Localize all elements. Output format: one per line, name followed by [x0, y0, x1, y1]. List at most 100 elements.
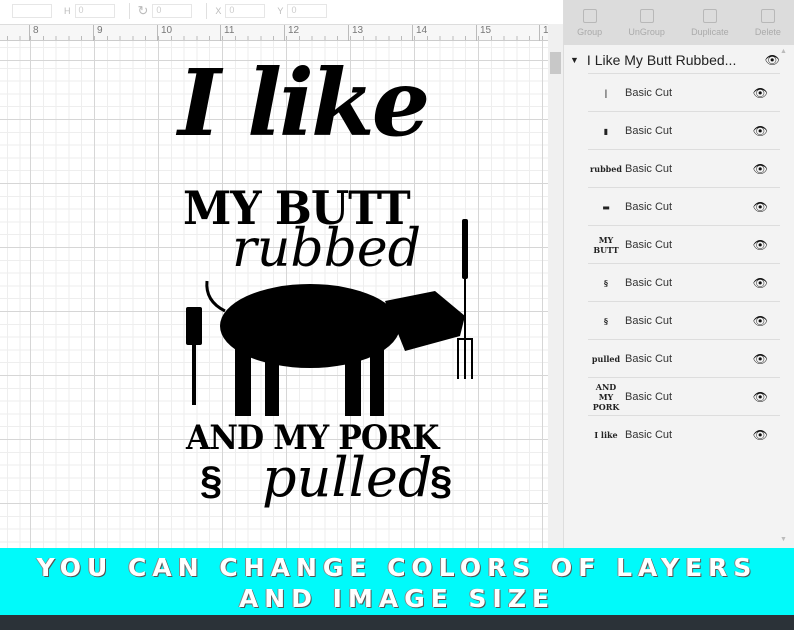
eye-icon[interactable]: 👁	[753, 124, 768, 138]
eye-icon[interactable]: 👁	[765, 53, 780, 67]
eye-icon[interactable]: 👁	[753, 390, 768, 404]
layer-label: Basic Cut	[625, 200, 673, 213]
eye-icon[interactable]: 👁	[753, 200, 768, 214]
y-label: Y	[277, 6, 284, 16]
ruler-tick: 14	[412, 25, 427, 42]
layer-actions: Group UnGroup Duplicate Delete	[564, 0, 794, 45]
layers-panel: Group UnGroup Duplicate Delete ▼ I Like M…	[563, 0, 794, 548]
y-input[interactable]: 0	[287, 4, 328, 18]
divider	[128, 3, 130, 19]
duplicate-button[interactable]: Duplicate	[691, 8, 729, 37]
rotate-input[interactable]: 0	[152, 4, 193, 18]
height-input[interactable]: 0	[74, 4, 115, 18]
layer-thumbnail: pulled	[591, 353, 621, 364]
layer-thumbnail: §	[603, 277, 609, 288]
ruler-tick: 10	[157, 25, 172, 42]
horizontal-ruler: 8 9 10 11 12 13 14 15 16	[0, 24, 554, 42]
eye-icon[interactable]: 👁	[753, 314, 768, 328]
ungroup-button[interactable]: UnGroup	[628, 8, 665, 37]
height-label: H	[64, 6, 71, 16]
delete-label: Delete	[754, 26, 781, 37]
fork-icon[interactable]	[456, 219, 474, 379]
design-artwork[interactable]: I like MY BUTT rubbed AND MY PORK pulled…	[0, 41, 548, 548]
x-label: X	[215, 6, 222, 16]
promo-banner: YOU CAN CHANGE COLORS OF LAYERS AND IMAG…	[0, 548, 794, 615]
group-icon	[582, 8, 597, 23]
layer-label: Basic Cut	[625, 352, 673, 365]
banner-line-1: YOU CAN CHANGE COLORS OF LAYERS	[36, 553, 758, 582]
layer-label: Basic Cut	[625, 238, 673, 251]
trash-icon	[760, 8, 775, 23]
spatula-icon[interactable]	[184, 307, 204, 409]
scroll-up-icon[interactable]: ▲	[780, 48, 787, 55]
canvas-scrollbar[interactable]	[548, 24, 563, 548]
delete-button[interactable]: Delete	[754, 8, 781, 37]
ungroup-label: UnGroup	[628, 26, 665, 37]
duplicate-label: Duplicate	[691, 26, 729, 37]
layer-item[interactable]: rubbed Basic Cut 👁	[588, 149, 780, 187]
ungroup-icon	[639, 8, 654, 23]
layer-group-header[interactable]: ▼ I Like My Butt Rubbed... 👁	[570, 50, 780, 70]
pig-silhouette[interactable]	[185, 221, 475, 421]
layer-item[interactable]: | Basic Cut 👁	[588, 73, 780, 111]
swirl-right-icon[interactable]: §	[430, 459, 452, 504]
divider	[206, 3, 208, 19]
layer-label: Basic Cut	[625, 124, 673, 137]
layer-item[interactable]: § Basic Cut 👁	[588, 301, 780, 339]
ruler-tick: 13	[348, 25, 363, 42]
layer-thumbnail: AND MY PORK	[592, 381, 620, 412]
design-text-pulled[interactable]: pulled	[262, 446, 432, 509]
layer-item[interactable]: § Basic Cut 👁	[588, 263, 780, 301]
caret-down-icon[interactable]: ▼	[570, 55, 579, 65]
eye-icon[interactable]: 👁	[753, 162, 768, 176]
x-field[interactable]: X0	[215, 4, 269, 18]
layer-label: Basic Cut	[625, 276, 673, 289]
layer-thumbnail: ▬	[602, 201, 610, 212]
layer-label: Basic Cut	[625, 162, 673, 175]
layer-thumbnail: MY BUTT	[593, 234, 619, 255]
property-toolbar: H0 ↻ 0 X0 Y0	[0, 0, 563, 22]
group-title: I Like My Butt Rubbed...	[586, 52, 737, 68]
group-label: Group	[577, 26, 603, 37]
ruler-tick: 12	[284, 25, 299, 42]
eye-icon[interactable]: 👁	[753, 238, 768, 252]
design-text-i-like[interactable]: I like	[178, 49, 430, 157]
layer-item[interactable]: I like Basic Cut 👁	[588, 415, 780, 453]
width-field[interactable]	[8, 4, 56, 18]
eye-icon[interactable]: 👁	[753, 86, 768, 100]
eye-icon[interactable]: 👁	[753, 428, 768, 442]
rotate-icon: ↻	[137, 3, 149, 18]
layer-item[interactable]: MY BUTT Basic Cut 👁	[588, 225, 780, 263]
layer-thumbnail: rubbed	[590, 163, 622, 174]
layer-item[interactable]: AND MY PORK Basic Cut 👁	[588, 377, 780, 415]
layer-label: Basic Cut	[625, 314, 673, 327]
layer-thumbnail: |	[604, 87, 608, 98]
layer-label: Basic Cut	[625, 428, 673, 441]
banner-line-2: AND IMAGE SIZE	[238, 584, 556, 613]
group-button[interactable]: Group	[577, 8, 603, 37]
bottom-bar	[0, 615, 794, 630]
ruler-tick: 9	[93, 25, 103, 42]
ruler-tick: 11	[220, 25, 234, 42]
layer-item[interactable]: pulled Basic Cut 👁	[588, 339, 780, 377]
duplicate-icon	[702, 8, 717, 23]
layer-thumbnail: ▮	[603, 125, 609, 136]
layer-thumbnail: §	[603, 315, 609, 326]
y-field[interactable]: Y0	[277, 4, 331, 18]
scrollbar-thumb[interactable]	[550, 52, 561, 74]
layer-item[interactable]: ▮ Basic Cut 👁	[588, 111, 780, 149]
layer-label: Basic Cut	[625, 86, 673, 99]
ruler-tick: 8	[29, 25, 39, 42]
rotate-field[interactable]: ↻ 0	[138, 3, 197, 19]
layer-item[interactable]: ▬ Basic Cut 👁	[588, 187, 780, 225]
layer-thumbnail: I like	[594, 429, 618, 440]
panel-scrollbar[interactable]: ▲ ▼	[780, 48, 794, 543]
swirl-left-icon[interactable]: §	[200, 459, 222, 504]
layer-label: Basic Cut	[625, 390, 673, 403]
eye-icon[interactable]: 👁	[753, 276, 768, 290]
height-field[interactable]: H0	[64, 4, 119, 18]
scroll-down-icon[interactable]: ▼	[780, 536, 787, 543]
x-input[interactable]: 0	[225, 4, 266, 18]
ruler-tick: 15	[476, 25, 491, 42]
eye-icon[interactable]: 👁	[753, 352, 768, 366]
